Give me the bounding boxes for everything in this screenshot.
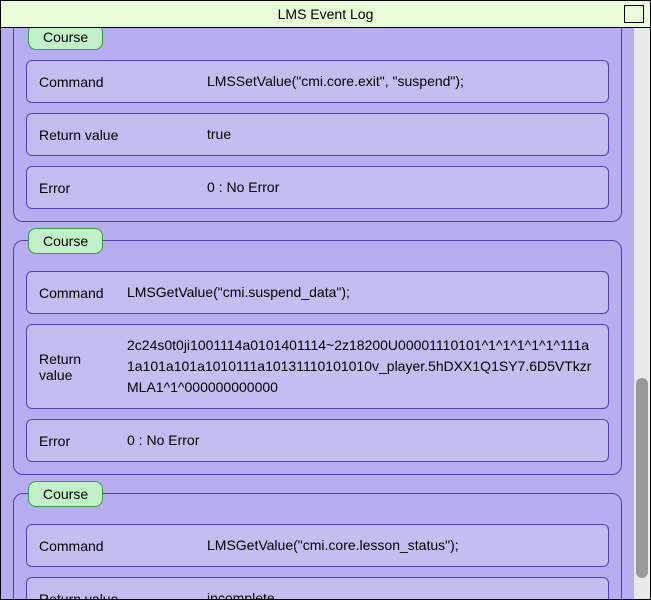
event-group: Course Command LMSGetValue("cmi.suspend_… (13, 240, 622, 475)
return-value: 2c24s0t0ji1001114a0101401114~2z18200U000… (127, 325, 608, 408)
event-legend: Course (28, 28, 103, 50)
event-group: Course Command LMSSetValue("cmi.core.exi… (13, 28, 622, 222)
titlebar-decoration-icon (624, 5, 644, 23)
command-row: Command LMSSetValue("cmi.core.exit", "su… (26, 60, 609, 103)
error-value: 0 : No Error (207, 167, 608, 208)
return-label: Return value (27, 341, 127, 393)
command-row: Command LMSGetValue("cmi.core.lesson_sta… (26, 524, 609, 567)
error-value: 0 : No Error (127, 420, 608, 461)
event-legend: Course (28, 228, 103, 254)
lms-event-log-window: LMS Event Log Course Command LMSSetValue… (0, 0, 651, 600)
error-label: Error (27, 423, 127, 459)
titlebar: LMS Event Log (1, 1, 650, 28)
return-row: Return value incomplete (26, 577, 609, 599)
event-legend: Course (28, 481, 103, 507)
command-row: Command LMSGetValue("cmi.suspend_data"); (26, 271, 609, 314)
command-value: LMSGetValue("cmi.suspend_data"); (127, 272, 608, 313)
error-row: Error 0 : No Error (26, 419, 609, 462)
return-row: Return value true (26, 113, 609, 156)
command-value: LMSSetValue("cmi.core.exit", "suspend"); (207, 61, 608, 102)
window-title: LMS Event Log (1, 6, 650, 22)
command-value: LMSGetValue("cmi.core.lesson_status"); (207, 525, 608, 566)
return-value: incomplete (207, 578, 608, 599)
scrollbar-track[interactable] (634, 28, 650, 599)
scroll-area: Course Command LMSSetValue("cmi.core.exi… (1, 28, 650, 599)
return-label: Return value (27, 117, 207, 153)
event-group: Course Command LMSGetValue("cmi.core.les… (13, 493, 622, 599)
command-label: Command (27, 275, 127, 311)
return-row: Return value 2c24s0t0ji1001114a010140111… (26, 324, 609, 409)
return-label: Return value (27, 581, 207, 600)
error-label: Error (27, 170, 207, 206)
command-label: Command (27, 64, 207, 100)
error-row: Error 0 : No Error (26, 166, 609, 209)
event-list: Course Command LMSSetValue("cmi.core.exi… (1, 28, 634, 599)
return-value: true (207, 114, 608, 155)
command-label: Command (27, 528, 207, 564)
scrollbar-thumb[interactable] (636, 378, 648, 578)
